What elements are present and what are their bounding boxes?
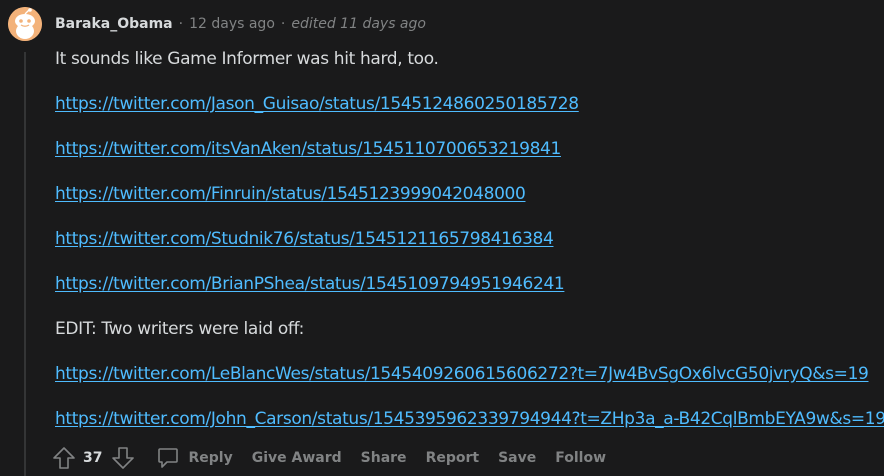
separator-dot: · bbox=[178, 16, 184, 32]
comment-body: It sounds like Game Informer was hit har… bbox=[55, 46, 884, 432]
comment: Baraka_Obama · 12 days ago · edited 11 d… bbox=[0, 0, 884, 476]
upvote-button[interactable] bbox=[52, 446, 76, 470]
share-button[interactable]: Share bbox=[361, 450, 407, 466]
downvote-arrow-icon bbox=[112, 447, 135, 469]
reply-button[interactable]: Reply bbox=[156, 446, 233, 470]
comment-bubble-icon bbox=[156, 446, 180, 470]
comment-text: EDIT: Two writers were laid off: bbox=[55, 319, 304, 339]
body-paragraph: https://twitter.com/BrianPShea/status/15… bbox=[55, 271, 884, 297]
body-paragraph: https://twitter.com/Jason_Guisao/status/… bbox=[55, 91, 884, 117]
twitter-link[interactable]: https://twitter.com/Finruin/status/15451… bbox=[55, 184, 526, 204]
body-paragraph: https://twitter.com/Finruin/status/15451… bbox=[55, 181, 884, 207]
twitter-link[interactable]: https://twitter.com/LeBlancWes/status/15… bbox=[55, 364, 869, 384]
comment-actions: 37 Reply Give Award Share Report Save Fo… bbox=[52, 443, 606, 473]
twitter-link[interactable]: https://twitter.com/BrianPShea/status/15… bbox=[55, 274, 565, 294]
body-paragraph: https://twitter.com/Studnik76/status/154… bbox=[55, 226, 884, 252]
author-name[interactable]: Baraka_Obama bbox=[55, 16, 173, 32]
user-avatar[interactable] bbox=[8, 7, 42, 41]
body-paragraph: It sounds like Game Informer was hit har… bbox=[55, 46, 884, 72]
comment-time[interactable]: 12 days ago bbox=[189, 16, 275, 32]
save-button[interactable]: Save bbox=[498, 450, 536, 466]
body-paragraph: https://twitter.com/John_Carson/status/1… bbox=[55, 406, 884, 432]
body-paragraph: https://twitter.com/LeBlancWes/status/15… bbox=[55, 361, 884, 387]
comment-header: Baraka_Obama · 12 days ago · edited 11 d… bbox=[55, 14, 426, 34]
vote-score: 37 bbox=[83, 450, 103, 466]
reply-label: Reply bbox=[188, 450, 233, 466]
twitter-link[interactable]: https://twitter.com/Studnik76/status/154… bbox=[55, 229, 554, 249]
downvote-button[interactable] bbox=[111, 446, 135, 470]
comment-text: It sounds like Game Informer was hit har… bbox=[55, 49, 439, 69]
body-paragraph: EDIT: Two writers were laid off: bbox=[55, 316, 884, 342]
twitter-link[interactable]: https://twitter.com/John_Carson/status/1… bbox=[55, 409, 884, 429]
separator-dot: · bbox=[280, 16, 286, 32]
thread-line[interactable] bbox=[24, 52, 26, 476]
twitter-link[interactable]: https://twitter.com/itsVanAken/status/15… bbox=[55, 139, 561, 159]
body-paragraph: https://twitter.com/itsVanAken/status/15… bbox=[55, 136, 884, 162]
follow-button[interactable]: Follow bbox=[555, 450, 606, 466]
report-button[interactable]: Report bbox=[426, 450, 480, 466]
snoo-avatar-icon bbox=[8, 7, 42, 41]
edited-time: edited 11 days ago bbox=[291, 16, 426, 32]
upvote-arrow-icon bbox=[53, 447, 75, 469]
twitter-link[interactable]: https://twitter.com/Jason_Guisao/status/… bbox=[55, 94, 579, 114]
give-award-button[interactable]: Give Award bbox=[252, 450, 342, 466]
